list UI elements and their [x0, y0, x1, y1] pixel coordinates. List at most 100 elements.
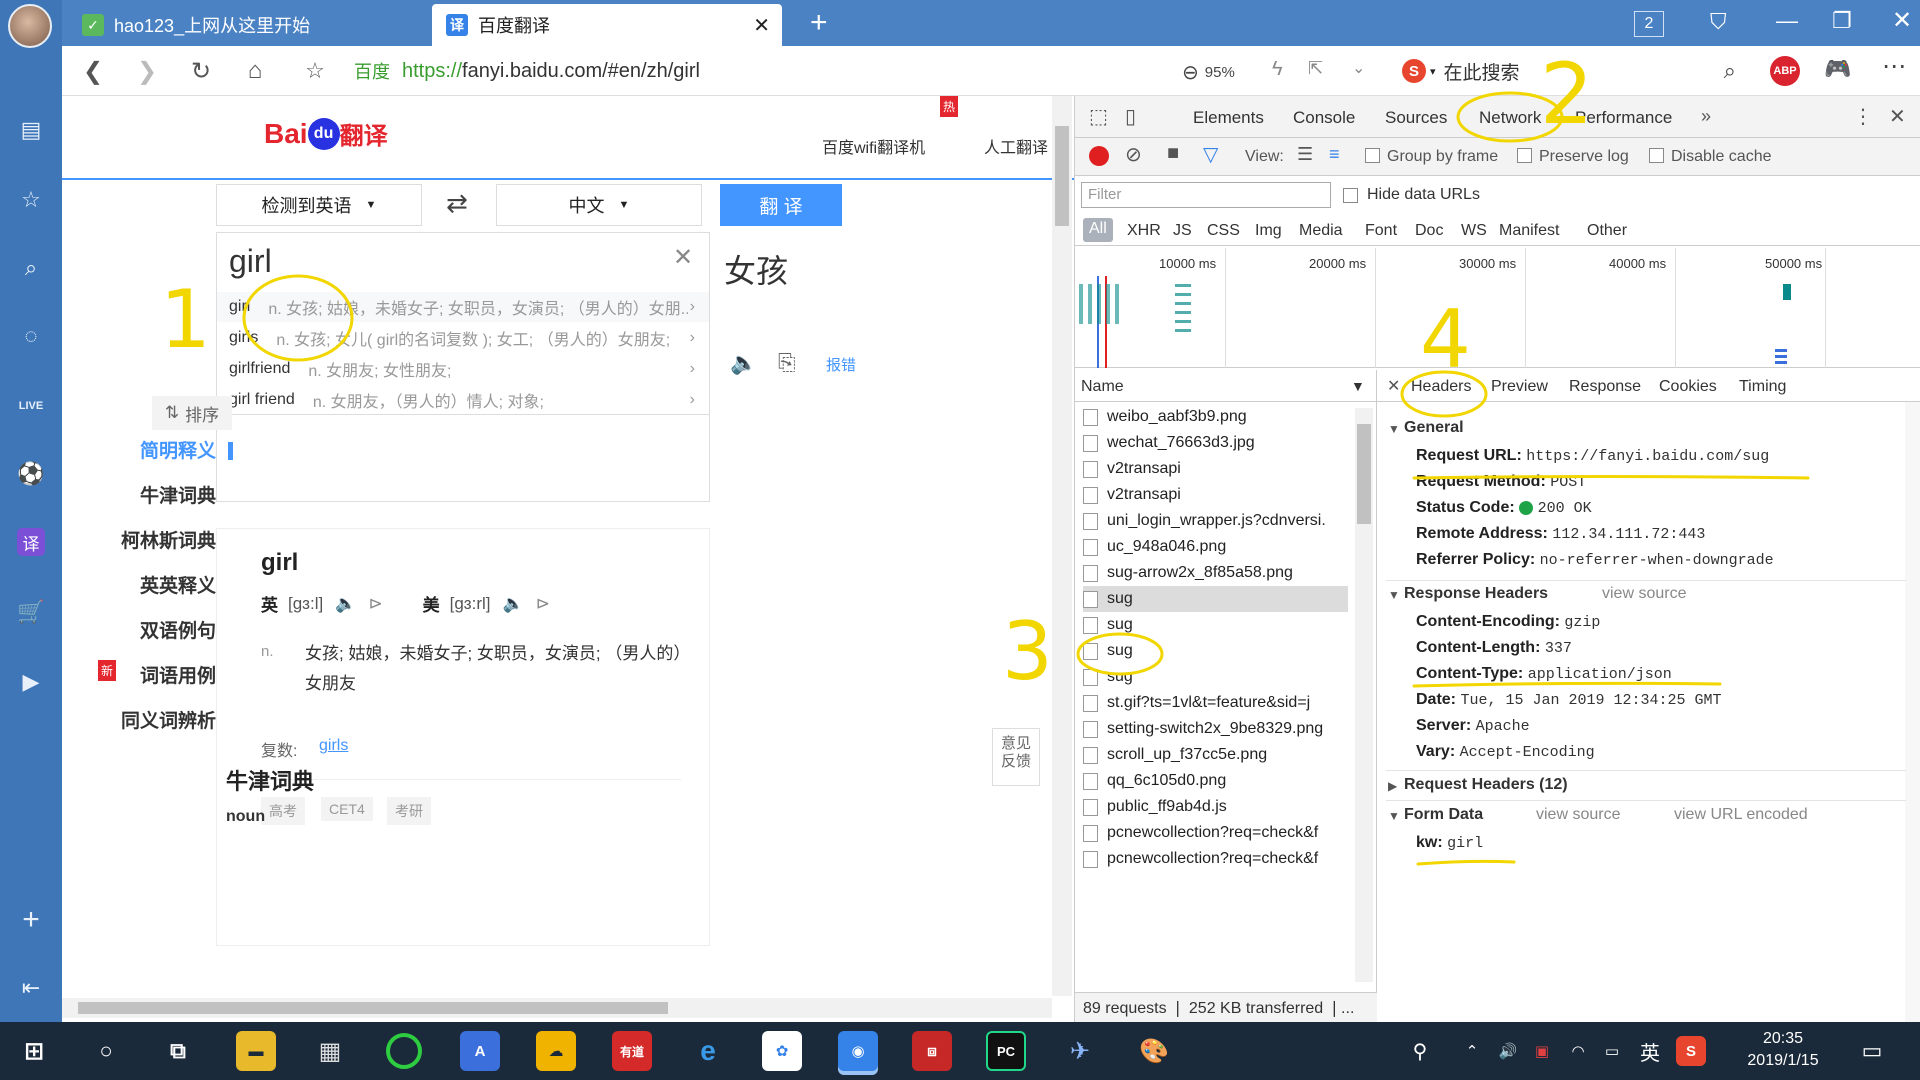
swap-lang-icon[interactable]: ⇄: [446, 188, 468, 219]
scrollbar-thumb[interactable]: [1357, 424, 1371, 524]
request-row[interactable]: public_ff9ab4d.js: [1083, 794, 1348, 820]
nav-item-brief[interactable]: 简明释义: [140, 436, 216, 463]
disable-cache-checkbox[interactable]: [1649, 148, 1664, 163]
plural-link[interactable]: girls: [319, 737, 348, 755]
general-section-title[interactable]: General: [1404, 419, 1464, 437]
uk-speaker-icon[interactable]: 🔈: [335, 594, 356, 614]
more-tabs-icon[interactable]: »: [1701, 106, 1711, 127]
add-icon[interactable]: +: [13, 902, 49, 938]
zoom-control[interactable]: ⊖ 95%: [1182, 60, 1235, 85]
inspect-element-icon[interactable]: ⬚: [1089, 104, 1108, 129]
battery-icon[interactable]: ▭: [1592, 1031, 1632, 1071]
request-row[interactable]: sug: [1083, 638, 1348, 664]
devtools-tab-console[interactable]: Console: [1293, 108, 1355, 128]
tab-baidu-fanyi[interactable]: 译 百度翻译 ✕: [432, 4, 782, 46]
cloud-app-icon[interactable]: ☁: [536, 1031, 576, 1071]
request-row[interactable]: scroll_up_f37cc5e.png: [1083, 742, 1348, 768]
pycharm-icon[interactable]: PC: [986, 1031, 1026, 1071]
response-headers-title[interactable]: Response Headers: [1404, 585, 1548, 603]
back-icon[interactable]: ❮: [74, 52, 112, 90]
video-icon[interactable]: ▶: [13, 664, 49, 700]
cart-icon[interactable]: 🛒: [13, 594, 49, 630]
bird-app-icon[interactable]: ✈: [1060, 1031, 1100, 1071]
form-data-title[interactable]: Form Data: [1404, 806, 1483, 824]
network-disconnected-icon[interactable]: ▣: [1522, 1031, 1562, 1071]
nav-item-bilingual[interactable]: 双语例句: [140, 616, 216, 643]
file-explorer-icon[interactable]: ▬: [236, 1031, 276, 1071]
sogou-ime-icon[interactable]: S: [1676, 1036, 1706, 1066]
type-css[interactable]: CSS: [1207, 222, 1240, 240]
task-view-icon[interactable]: ⧉: [158, 1031, 198, 1071]
url-field[interactable]: 百度 https:// fanyi.baidu.com/#en/zh/girl: [354, 56, 1174, 86]
request-row[interactable]: uc_948a046.png: [1083, 534, 1348, 560]
request-row[interactable]: v2transapi: [1083, 482, 1348, 508]
clear-icon[interactable]: ⊘: [1125, 142, 1142, 167]
detail-tab-timing[interactable]: Timing: [1739, 378, 1786, 396]
more-icon[interactable]: ⋯: [1882, 52, 1906, 81]
bookmark-star-icon[interactable]: ☆: [296, 52, 334, 90]
translate-app-icon[interactable]: 译: [13, 524, 49, 560]
minimize-icon[interactable]: —: [1776, 8, 1798, 34]
devtools-tab-sources[interactable]: Sources: [1385, 108, 1447, 128]
request-row[interactable]: sug: [1083, 612, 1348, 638]
translate-button[interactable]: 翻 译: [720, 184, 842, 226]
abp-icon[interactable]: ABP: [1770, 56, 1800, 86]
forward-icon[interactable]: ❯: [128, 52, 166, 90]
pdf-icon[interactable]: ⧈: [912, 1031, 952, 1071]
type-ws[interactable]: WS: [1461, 222, 1487, 240]
tab-hao123[interactable]: ✓ hao123_上网从这里开始: [68, 4, 428, 46]
timeline-overview[interactable]: 10000 ms 20000 ms 30000 ms 40000 ms 5000…: [1075, 248, 1920, 368]
sort-caret-icon[interactable]: ▼: [1351, 378, 1365, 394]
sort-button[interactable]: ⇅ 排序: [152, 396, 232, 430]
detail-tab-preview[interactable]: Preview: [1491, 378, 1548, 396]
notification-icon[interactable]: ▭: [1852, 1031, 1892, 1071]
hide-data-urls-checkbox[interactable]: [1343, 188, 1358, 203]
us-speaker-icon[interactable]: 🔈: [502, 594, 523, 614]
new-tab-icon[interactable]: +: [810, 6, 828, 40]
pinwheel-app-icon[interactable]: ✿: [762, 1031, 802, 1071]
green-ring-app-icon[interactable]: [386, 1033, 422, 1069]
request-row[interactable]: sug: [1083, 664, 1348, 690]
devtools-close-icon[interactable]: ✕: [1889, 104, 1906, 129]
search-go-icon[interactable]: ⌕: [1724, 58, 1736, 84]
type-img[interactable]: Img: [1255, 222, 1282, 240]
request-row[interactable]: pcnewcollection?req=check&f: [1083, 820, 1348, 846]
copy-icon[interactable]: ⎘: [778, 350, 796, 376]
speaker-icon[interactable]: 🔈: [730, 350, 757, 376]
nav-item-english[interactable]: 英英释义: [140, 571, 216, 598]
favorites-star-icon[interactable]: ☆: [13, 182, 49, 218]
request-row[interactable]: v2transapi: [1083, 456, 1348, 482]
response-headers-toggle-icon[interactable]: ▼: [1388, 588, 1400, 602]
baidu-logo[interactable]: Bai du 翻译: [264, 116, 388, 151]
group-by-frame-checkbox[interactable]: [1365, 148, 1380, 163]
people-icon[interactable]: ⚲: [1400, 1031, 1440, 1071]
request-row[interactable]: weibo_aabf3b9.png: [1083, 404, 1348, 430]
request-headers-title[interactable]: Request Headers (12): [1404, 776, 1568, 794]
flash-icon[interactable]: ϟ: [1272, 58, 1283, 81]
link-wifi-translator[interactable]: 百度wifi翻译机: [822, 134, 925, 158]
paint-icon[interactable]: 🎨: [1134, 1031, 1174, 1071]
type-xhr[interactable]: XHR: [1127, 222, 1161, 240]
home-icon[interactable]: ⌂: [236, 52, 274, 90]
name-column-header[interactable]: Name: [1081, 378, 1124, 396]
tab-count-badge[interactable]: 2: [1634, 11, 1664, 37]
reload-icon[interactable]: ↻: [182, 52, 220, 90]
type-all[interactable]: All: [1083, 218, 1113, 242]
windows-start-icon[interactable]: ⊞: [14, 1031, 54, 1071]
view-url-encoded-link[interactable]: view URL encoded: [1674, 806, 1808, 824]
preserve-log-checkbox[interactable]: [1517, 148, 1532, 163]
request-row[interactable]: sug-arrow2x_8f85a58.png: [1083, 560, 1348, 586]
restore-icon[interactable]: ❐: [1832, 8, 1852, 34]
suggestion-item[interactable]: girlfriend n. 女朋友; 女性朋友; ›: [217, 354, 709, 384]
browser-taskbar-icon[interactable]: ◉: [838, 1031, 878, 1071]
detail-scrollbar[interactable]: [1905, 402, 1920, 1022]
request-row[interactable]: sug: [1083, 586, 1348, 612]
device-toolbar-icon[interactable]: ▯: [1125, 104, 1136, 129]
type-other[interactable]: Other: [1587, 222, 1627, 240]
suggestion-item[interactable]: girl n. 女孩; 姑娘，未婚女子; 女职员，女演员; （男人的）女朋...…: [217, 292, 709, 322]
response-view-source-link[interactable]: view source: [1602, 585, 1686, 603]
skin-icon[interactable]: ⛉: [1710, 9, 1727, 35]
nav-item-usage[interactable]: 词语用例: [140, 661, 216, 688]
tray-expand-icon[interactable]: ⌃: [1452, 1031, 1492, 1071]
close-tab-icon[interactable]: ✕: [753, 13, 770, 38]
